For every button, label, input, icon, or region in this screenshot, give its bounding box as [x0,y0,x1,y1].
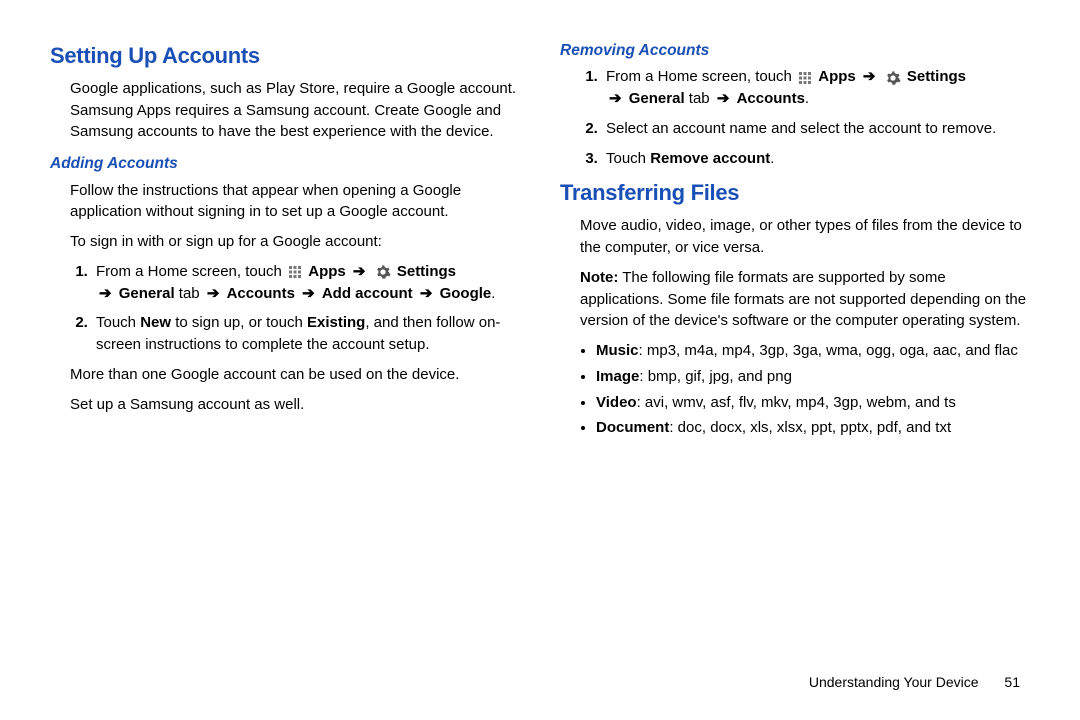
remove-account-label: Remove account [650,150,770,167]
step-text: Touch [96,314,140,331]
google-label: Google [440,285,492,302]
heading-setting-up-accounts: Setting Up Accounts [50,40,520,72]
formats-image: Image: bmp, gif, jpg, and png [596,366,1030,388]
general-label: General [629,90,685,107]
arrow-icon: ➔ [207,283,220,305]
adding-paragraph-1: Follow the instructions that appear when… [50,180,520,224]
accounts-label: Accounts [737,90,805,107]
value: : mp3, m4a, mp4, 3gp, 3ga, wma, ogg, oga… [639,342,1018,359]
tab-word: tab [685,90,714,107]
add-account-label: Add account [322,285,413,302]
subheading-adding-accounts: Adding Accounts [50,153,520,175]
arrow-icon: ➔ [420,283,433,305]
step-text: From a Home screen, touch [96,263,282,280]
step-text: Touch [606,150,650,167]
arrow-icon: ➔ [353,261,366,283]
value: : avi, wmv, asf, flv, mkv, mp4, 3gp, web… [637,394,956,411]
general-label: General [119,285,175,302]
formats-list: Music: mp3, m4a, mp4, 3gp, 3ga, wma, ogg… [560,340,1030,439]
label: Image [596,368,639,385]
adding-step-1: From a Home screen, touch Apps ➔ Set [92,261,520,305]
label: Video [596,394,637,411]
formats-music: Music: mp3, m4a, mp4, 3gp, 3ga, wma, ogg… [596,340,1030,362]
label: Document [596,419,669,436]
new-label: New [140,314,171,331]
accounts-label: Accounts [227,285,295,302]
page-footer: Understanding Your Device 51 [809,672,1020,692]
arrow-icon: ➔ [609,88,622,110]
step-text: From a Home screen, touch [606,68,792,85]
existing-label: Existing [307,314,365,331]
arrow-icon: ➔ [99,283,112,305]
formats-video: Video: avi, wmv, asf, flv, mkv, mp4, 3gp… [596,392,1030,414]
page-number: 51 [1004,672,1020,692]
subheading-removing-accounts: Removing Accounts [560,40,1030,62]
apps-grid-icon [798,71,812,85]
note-label: Note: [580,269,618,286]
settings-gear-icon [885,70,901,86]
removing-step-2: Select an account name and select the ac… [602,118,1030,140]
adding-paragraph-2: To sign in with or sign up for a Google … [50,231,520,253]
value: : doc, docx, xls, xlsx, ppt, pptx, pdf, … [669,419,951,436]
label: Music [596,342,639,359]
intro-paragraph: Google applications, such as Play Store,… [50,78,520,143]
apps-label: Apps [308,263,346,280]
arrow-icon: ➔ [302,283,315,305]
left-column: Setting Up Accounts Google applications,… [50,40,520,447]
transfer-paragraph: Move audio, video, image, or other types… [560,215,1030,259]
note-paragraph: Note: The following file formats are sup… [560,267,1030,332]
removing-step-1: From a Home screen, touch Apps ➔ Set [602,66,1030,110]
apps-label: Apps [818,68,856,85]
step-text: to sign up, or touch [171,314,307,331]
removing-step-3: Touch Remove account. [602,148,1030,170]
tab-word: tab [175,285,204,302]
value: : bmp, gif, jpg, and png [639,368,792,385]
note-body: The following file formats are supported… [580,269,1026,330]
removing-steps-list: From a Home screen, touch Apps ➔ Set [560,66,1030,169]
formats-document: Document: doc, docx, xls, xlsx, ppt, ppt… [596,417,1030,439]
arrow-icon: ➔ [863,66,876,88]
adding-after-2: Set up a Samsung account as well. [50,394,520,416]
heading-transferring-files: Transferring Files [560,177,1030,209]
adding-after-1: More than one Google account can be used… [50,364,520,386]
settings-gear-icon [375,264,391,280]
adding-step-2: Touch New to sign up, or touch Existing,… [92,312,520,356]
apps-grid-icon [288,265,302,279]
settings-label: Settings [907,68,966,85]
adding-steps-list: From a Home screen, touch Apps ➔ Set [50,261,520,356]
arrow-icon: ➔ [717,88,730,110]
chapter-title: Understanding Your Device [809,674,979,690]
right-column: Removing Accounts From a Home screen, to… [560,40,1030,447]
settings-label: Settings [397,263,456,280]
